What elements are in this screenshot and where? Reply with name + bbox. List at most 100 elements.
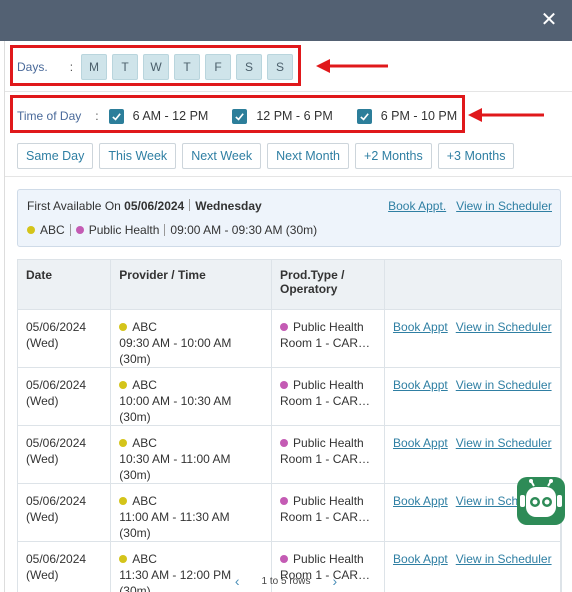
actions-cell: Book Appt View in Scheduler — [384, 425, 562, 484]
row-dow: (Wed) — [26, 451, 59, 466]
appointment-finder-dialog: ✕ Days. : M T W T F S S Time of Day : 6 … — [0, 0, 572, 592]
prod-type-cell: Public Health Room 1 - CARE... — [271, 309, 386, 368]
first-available-book-link[interactable]: Book Appt. — [388, 199, 446, 213]
view-in-scheduler-link[interactable]: View in Scheduler — [456, 378, 552, 392]
book-appt-link[interactable]: Book Appt — [393, 378, 448, 392]
date-cell: 05/06/2024 (Wed) — [18, 483, 112, 542]
provider-dot-icon — [119, 438, 128, 447]
row-dow: (Wed) — [26, 509, 59, 524]
book-appt-link[interactable]: Book Appt — [393, 436, 448, 450]
arrow-left-icon — [468, 108, 544, 122]
row-provider: ABC — [132, 319, 157, 334]
prod-type-cell: Public Health Room 1 - CARE... — [271, 367, 386, 426]
provider-dot-icon — [119, 322, 128, 331]
first-available-view-link[interactable]: View in Scheduler — [456, 199, 552, 213]
first-available-heading: First Available On 05/06/2024 Wednesday — [27, 199, 262, 213]
service-dot-icon — [280, 322, 289, 331]
dialog-header: ✕ — [0, 0, 572, 41]
row-operatory: Room 1 - CARE... — [280, 451, 377, 466]
next-page-icon[interactable]: › — [332, 573, 337, 589]
close-icon[interactable]: ✕ — [538, 9, 560, 31]
provider-dot-icon — [119, 554, 128, 563]
left-border — [4, 41, 5, 592]
table-row: 05/06/2024 (Wed) ABC 10:30 AM - 11:00 AM… — [18, 425, 562, 484]
divider — [5, 176, 572, 177]
arrow-left-icon — [316, 59, 388, 73]
first-available-day: Wednesday — [195, 199, 262, 213]
row-operatory: Room 1 - CARE... — [280, 335, 377, 350]
column-header-provider-time: Provider / Time — [110, 260, 273, 310]
first-available-details: ABC Public Health 09:00 AM - 09:30 AM (3… — [27, 223, 317, 237]
row-time: 10:30 AM - 11:00 AM (30m) — [119, 451, 231, 482]
divider — [5, 91, 572, 92]
first-available-provider: ABC — [40, 223, 65, 237]
table-row: 05/06/2024 (Wed) ABC 10:00 AM - 10:30 AM… — [18, 367, 562, 426]
row-dow: (Wed) — [26, 335, 59, 350]
row-date: 05/06/2024 — [26, 493, 87, 508]
service-dot-icon — [280, 496, 289, 505]
service-dot-icon — [280, 438, 289, 447]
row-operatory: Room 1 - CARE... — [280, 509, 377, 524]
row-provider: ABC — [132, 435, 157, 450]
provider-dot-icon — [119, 496, 128, 505]
service-dot-icon — [75, 226, 84, 234]
book-appt-link[interactable]: Book Appt — [393, 552, 448, 566]
actions-cell: Book Appt View in Scheduler — [384, 367, 562, 426]
row-provider: ABC — [132, 493, 157, 508]
provider-time-cell: ABC 10:00 AM - 10:30 AM (30m) — [110, 367, 273, 426]
row-date: 05/06/2024 — [26, 377, 87, 392]
appointments-table: Date Provider / Time Prod.Type / Operato… — [17, 259, 562, 592]
actions-cell: Book Appt View in Scheduler — [384, 309, 562, 368]
separator — [69, 224, 71, 236]
first-available-service: Public Health — [88, 223, 160, 237]
row-date: 05/06/2024 — [26, 551, 87, 566]
prod-type-cell: Public Health Room 1 - CARE... — [271, 483, 386, 542]
view-in-scheduler-link[interactable]: View in Scheduler — [456, 436, 552, 450]
this-week-button[interactable]: This Week — [99, 143, 177, 169]
column-header-prod-type: Prod.Type / Operatory — [271, 260, 386, 310]
date-cell: 05/06/2024 (Wed) — [18, 367, 112, 426]
row-type: Public Health — [293, 551, 364, 566]
row-date: 05/06/2024 — [26, 319, 87, 334]
book-appt-link[interactable]: Book Appt — [393, 320, 448, 334]
pager-text: 1 to 5 rows — [261, 575, 311, 587]
row-type: Public Health — [293, 493, 364, 508]
row-provider: ABC — [132, 551, 157, 566]
chatbot-icon[interactable] — [517, 477, 565, 525]
highlight-box-time-of-day — [10, 95, 465, 133]
pagination: ‹ 1 to 5 rows › — [0, 572, 572, 590]
provider-dot-icon — [27, 226, 35, 234]
row-time: 09:30 AM - 10:00 AM (30m) — [119, 335, 232, 366]
table-row: 05/06/2024 (Wed) ABC 11:00 AM - 11:30 AM… — [18, 483, 562, 542]
plus-2-months-button[interactable]: +2 Months — [355, 143, 432, 169]
first-available-time: 09:00 AM - 09:30 AM (30m) — [170, 223, 318, 237]
plus-3-months-button[interactable]: +3 Months — [437, 143, 515, 169]
date-range-buttons: Same Day This Week Next Week Next Month … — [17, 143, 520, 169]
same-day-button[interactable]: Same Day — [17, 143, 94, 169]
prev-page-icon[interactable]: ‹ — [235, 573, 240, 589]
date-cell: 05/06/2024 (Wed) — [18, 309, 112, 368]
date-cell: 05/06/2024 (Wed) — [18, 425, 112, 484]
next-month-button[interactable]: Next Month — [267, 143, 350, 169]
prod-type-cell: Public Health Room 1 - CARE... — [271, 425, 386, 484]
row-time: 10:00 AM - 10:30 AM (30m) — [119, 393, 232, 424]
table-row: 05/06/2024 (Wed) ABC 09:30 AM - 10:00 AM… — [18, 309, 562, 368]
row-operatory: Room 1 - CARE... — [280, 393, 377, 408]
provider-time-cell: ABC 11:00 AM - 11:30 AM (30m) — [110, 483, 273, 542]
service-dot-icon — [280, 554, 289, 563]
next-week-button[interactable]: Next Week — [182, 143, 262, 169]
row-type: Public Health — [293, 319, 364, 334]
service-dot-icon — [280, 380, 289, 389]
table-header-row: Date Provider / Time Prod.Type / Operato… — [18, 260, 562, 310]
view-in-scheduler-link[interactable]: View in Scheduler — [456, 552, 552, 566]
view-in-scheduler-link[interactable]: View in Scheduler — [456, 320, 552, 334]
row-date: 05/06/2024 — [26, 435, 87, 450]
row-type: Public Health — [293, 435, 364, 450]
column-header-date: Date — [18, 260, 112, 310]
column-header-actions — [384, 260, 562, 310]
highlight-box-days — [10, 45, 301, 86]
provider-time-cell: ABC 10:30 AM - 11:00 AM (30m) — [110, 425, 273, 484]
row-type: Public Health — [293, 377, 364, 392]
book-appt-link[interactable]: Book Appt — [393, 494, 448, 508]
first-available-panel: First Available On 05/06/2024 Wednesday B… — [17, 189, 561, 247]
